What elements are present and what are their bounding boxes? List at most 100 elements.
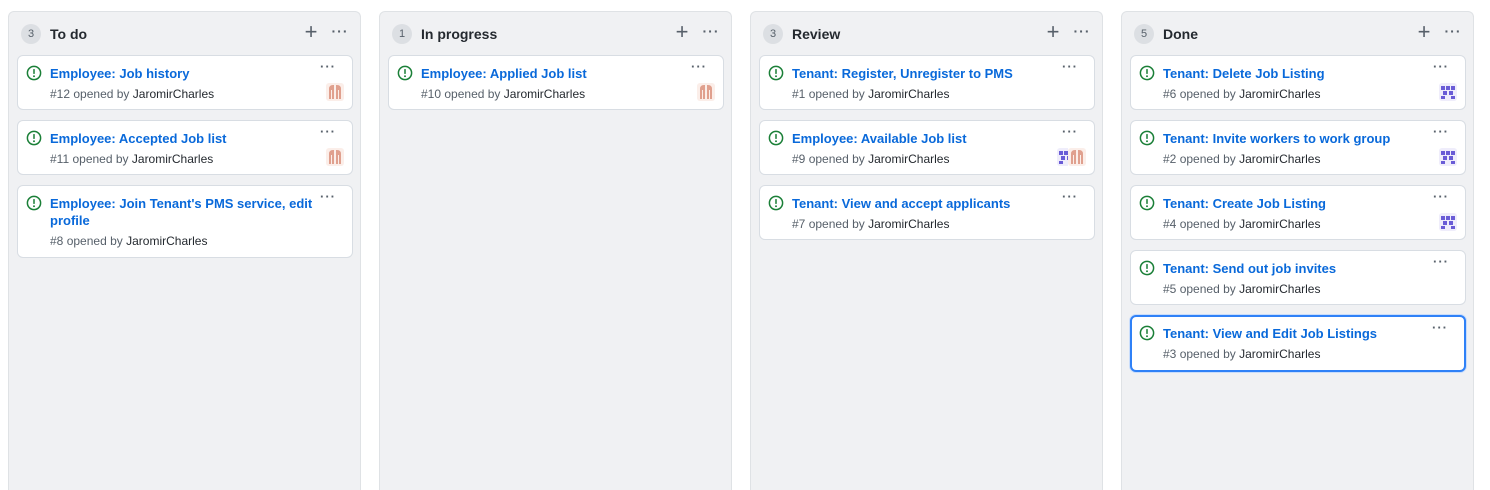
add-card-plus-icon[interactable]: + xyxy=(1411,20,1437,46)
issue-number: #11 xyxy=(50,152,70,166)
issue-opened-icon xyxy=(768,130,784,146)
issue-number: #1 xyxy=(792,87,806,101)
issue-number: #12 xyxy=(50,87,71,101)
column-header: 3 To do + ··· xyxy=(9,12,360,54)
author-link[interactable]: JaromirCharles xyxy=(1239,217,1320,231)
author-link[interactable]: JaromirCharles xyxy=(868,152,949,166)
opened-by-text: opened by xyxy=(808,87,865,101)
avatar[interactable] xyxy=(1439,148,1457,166)
opened-by-text: opened by xyxy=(444,87,501,101)
issue-title-link[interactable]: Tenant: Delete Job Listing xyxy=(1163,65,1423,82)
issue-meta: #9 opened by JaromirCharles xyxy=(792,151,949,167)
card-more-options-icon[interactable]: ··· xyxy=(687,60,711,77)
issue-opened-icon xyxy=(768,195,784,211)
issue-title-link[interactable]: Employee: Accepted Job list xyxy=(50,130,310,147)
issue-title-link[interactable]: Employee: Available Job list xyxy=(792,130,1052,147)
column-to-do: 3 To do + ··· Employee: Job history ··· … xyxy=(8,11,361,490)
author-link[interactable]: JaromirCharles xyxy=(126,234,207,248)
avatar[interactable] xyxy=(326,83,344,101)
issue-title-link[interactable]: Tenant: Invite workers to work group xyxy=(1163,130,1423,147)
column-more-options-icon[interactable]: ··· xyxy=(698,20,724,46)
add-card-plus-icon[interactable]: + xyxy=(298,20,324,46)
issue-title-link[interactable]: Tenant: View and Edit Job Listings xyxy=(1163,325,1423,342)
avatar[interactable] xyxy=(1057,148,1068,166)
issue-number: #9 xyxy=(792,152,806,166)
card-more-options-icon[interactable]: ··· xyxy=(1429,255,1453,272)
card-more-options-icon[interactable]: ··· xyxy=(1058,125,1082,142)
author-link[interactable]: JaromirCharles xyxy=(1239,152,1320,166)
issue-opened-icon xyxy=(1139,195,1155,211)
card-more-options-icon[interactable]: ··· xyxy=(316,190,340,207)
author-link[interactable]: JaromirCharles xyxy=(1239,282,1320,296)
assignee-avatars xyxy=(697,83,715,101)
issue-meta: #4 opened by JaromirCharles xyxy=(1163,216,1320,232)
avatar[interactable] xyxy=(326,148,344,166)
issue-title-link[interactable]: Tenant: View and accept applicants xyxy=(792,195,1052,212)
issue-card[interactable]: Employee: Join Tenant's PMS service, edi… xyxy=(17,185,353,258)
column-header: 3 Review + ··· xyxy=(751,12,1102,54)
avatar[interactable] xyxy=(1439,83,1457,101)
issue-card[interactable]: Tenant: Register, Unregister to PMS ··· … xyxy=(759,55,1095,110)
card-more-options-icon[interactable]: ··· xyxy=(1429,190,1453,207)
issue-card[interactable]: Tenant: Send out job invites ··· #5 open… xyxy=(1130,250,1466,305)
column-title: To do xyxy=(50,26,88,42)
issue-title-link[interactable]: Employee: Job history xyxy=(50,65,310,82)
column-title: Review xyxy=(792,26,841,42)
author-link[interactable]: JaromirCharles xyxy=(868,217,949,231)
issue-meta: #2 opened by JaromirCharles xyxy=(1163,151,1320,167)
card-more-options-icon[interactable]: ··· xyxy=(1429,60,1453,77)
issue-number: #5 xyxy=(1163,282,1177,296)
issue-meta: #1 opened by JaromirCharles xyxy=(792,86,949,102)
author-link[interactable]: JaromirCharles xyxy=(132,152,213,166)
issue-title-link[interactable]: Employee: Applied Job list xyxy=(421,65,681,82)
issue-opened-icon xyxy=(768,65,784,81)
issue-card[interactable]: Employee: Accepted Job list ··· #11 open… xyxy=(17,120,353,175)
issue-meta: #6 opened by JaromirCharles xyxy=(1163,86,1320,102)
author-link[interactable]: JaromirCharles xyxy=(1239,347,1320,361)
card-more-options-icon[interactable]: ··· xyxy=(1429,125,1453,142)
column-more-options-icon[interactable]: ··· xyxy=(1069,20,1095,46)
column-in-progress: 1 In progress + ··· Employee: Applied Jo… xyxy=(379,11,732,490)
issue-card[interactable]: Tenant: Invite workers to work group ···… xyxy=(1130,120,1466,175)
issue-meta: #12 opened by JaromirCharles xyxy=(50,86,214,102)
add-card-plus-icon[interactable]: + xyxy=(1040,20,1066,46)
column-more-options-icon[interactable]: ··· xyxy=(1440,20,1466,46)
author-link[interactable]: JaromirCharles xyxy=(1239,87,1320,101)
avatar[interactable] xyxy=(1068,148,1086,166)
issue-number: #2 xyxy=(1163,152,1177,166)
author-link[interactable]: JaromirCharles xyxy=(504,87,585,101)
issue-card[interactable]: Tenant: View and accept applicants ··· #… xyxy=(759,185,1095,240)
issue-opened-icon xyxy=(26,195,42,211)
issue-title-link[interactable]: Tenant: Create Job Listing xyxy=(1163,195,1423,212)
issue-number: #8 xyxy=(50,234,64,248)
issue-card[interactable]: Employee: Job history ··· #12 opened by … xyxy=(17,55,353,110)
card-count-badge: 3 xyxy=(763,24,783,44)
avatar[interactable] xyxy=(697,83,715,101)
avatar[interactable] xyxy=(1439,213,1457,231)
assignee-avatars xyxy=(1057,148,1086,166)
issue-card-selected[interactable]: Tenant: View and Edit Job Listings ··· #… xyxy=(1130,315,1466,372)
author-link[interactable]: JaromirCharles xyxy=(868,87,949,101)
author-link[interactable]: JaromirCharles xyxy=(133,87,214,101)
add-card-plus-icon[interactable]: + xyxy=(669,20,695,46)
opened-by-text: opened by xyxy=(1179,87,1236,101)
column-more-options-icon[interactable]: ··· xyxy=(327,20,353,46)
card-more-options-icon[interactable]: ··· xyxy=(1058,190,1082,207)
card-more-options-icon[interactable]: ··· xyxy=(316,60,340,77)
issue-title-link[interactable]: Tenant: Register, Unregister to PMS xyxy=(792,65,1052,82)
card-more-options-icon[interactable]: ··· xyxy=(316,125,340,142)
opened-by-text: opened by xyxy=(808,152,865,166)
issue-card[interactable]: Tenant: Create Job Listing ··· #4 opened… xyxy=(1130,185,1466,240)
assignee-avatars xyxy=(326,148,344,166)
issue-title-link[interactable]: Employee: Join Tenant's PMS service, edi… xyxy=(50,195,314,229)
issue-card[interactable]: Employee: Available Job list ··· #9 open… xyxy=(759,120,1095,175)
issue-meta: #10 opened by JaromirCharles xyxy=(421,86,585,102)
card-more-options-icon[interactable]: ··· xyxy=(1428,321,1452,338)
opened-by-text: opened by xyxy=(66,234,123,248)
issue-title-link[interactable]: Tenant: Send out job invites xyxy=(1163,260,1423,277)
issue-opened-icon xyxy=(397,65,413,81)
issue-card[interactable]: Tenant: Delete Job Listing ··· #6 opened… xyxy=(1130,55,1466,110)
issue-card[interactable]: Employee: Applied Job list ··· #10 opene… xyxy=(388,55,724,110)
issue-number: #3 xyxy=(1163,347,1177,361)
card-more-options-icon[interactable]: ··· xyxy=(1058,60,1082,77)
